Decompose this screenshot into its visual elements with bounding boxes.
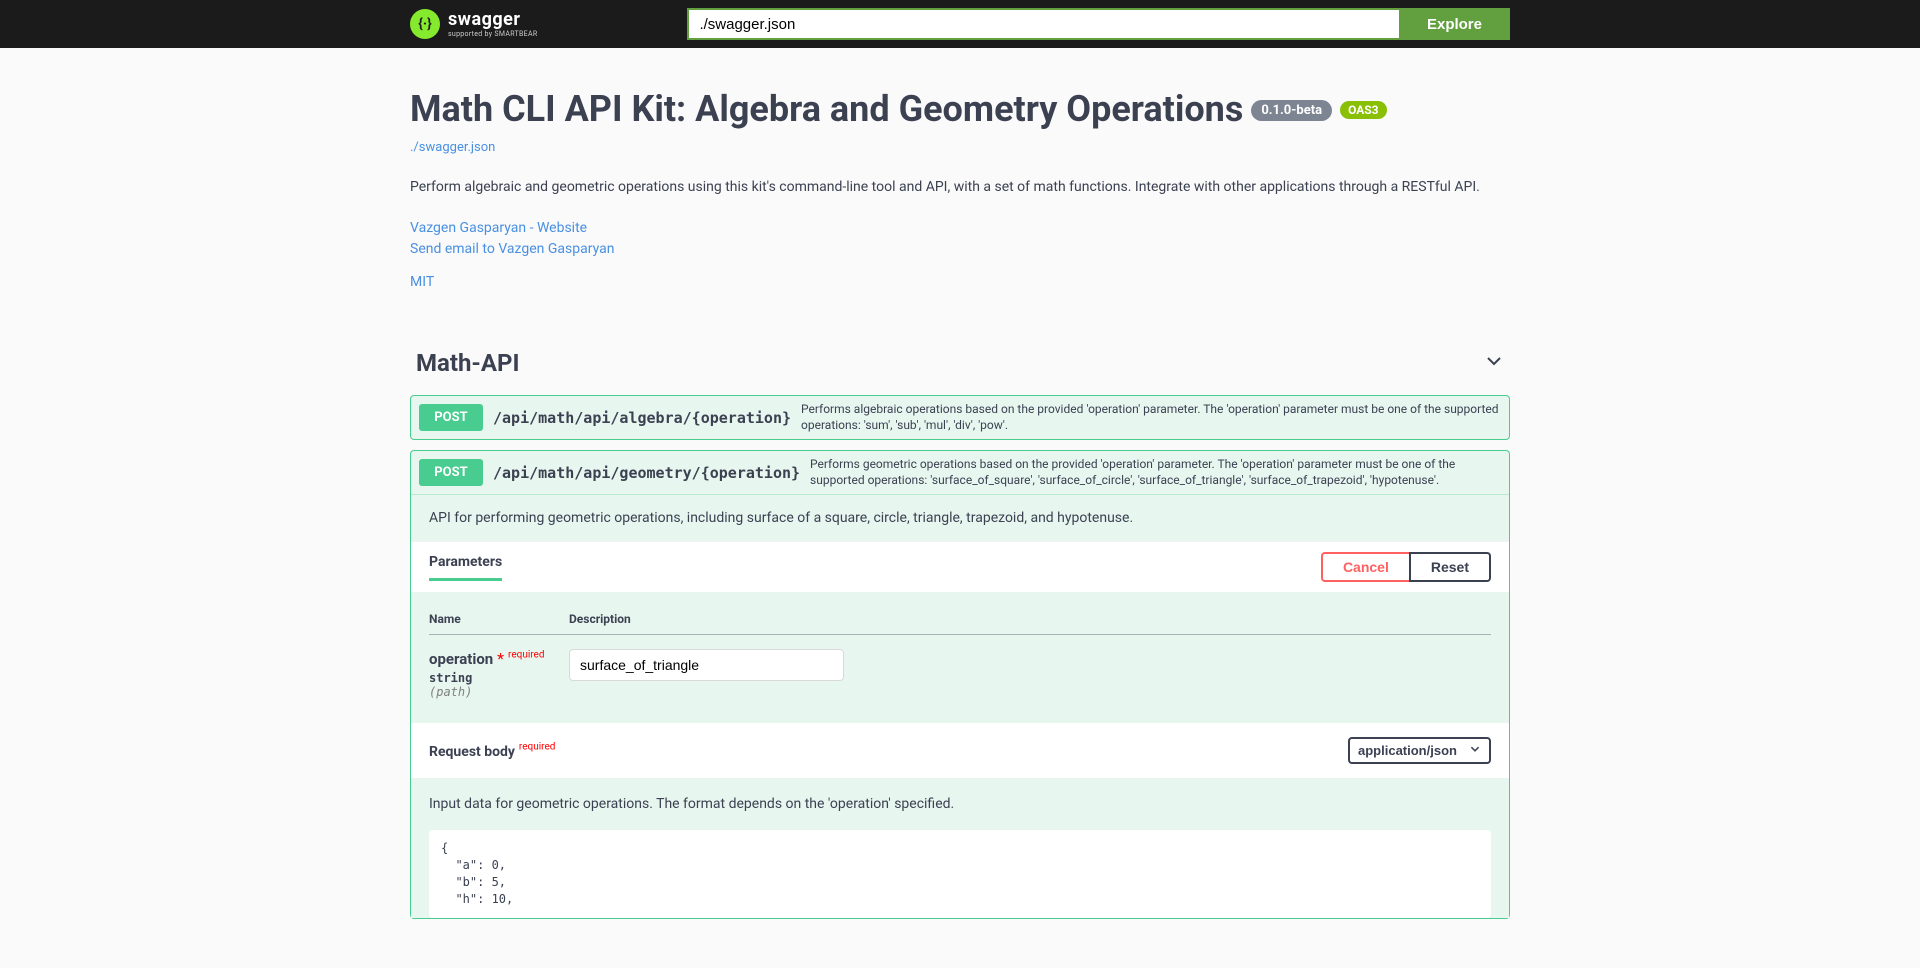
column-name: Name <box>429 604 569 635</box>
param-value-input[interactable] <box>569 649 844 681</box>
operation-description: API for performing geometric operations,… <box>411 494 1509 541</box>
operation-summary-text: Performs algebraic operations based on t… <box>801 402 1501 433</box>
required-star: * <box>497 649 504 668</box>
operation-summary-text: Performs geometric operations based on t… <box>810 457 1501 488</box>
method-badge-post: POST <box>419 404 483 431</box>
param-type: string <box>429 671 569 685</box>
operation-summary[interactable]: POST /api/math/api/geometry/{operation} … <box>411 451 1509 494</box>
explore-button[interactable]: Explore <box>1399 8 1510 40</box>
topbar: {·} swagger supported by SMARTBEAR Explo… <box>0 0 1920 48</box>
param-name: operation <box>429 650 493 668</box>
operation-path: /api/math/api/algebra/{operation} <box>493 409 791 427</box>
operation-geometry: POST /api/math/api/geometry/{operation} … <box>410 450 1510 918</box>
tag-header[interactable]: Math-API <box>410 341 1510 385</box>
column-description: Description <box>569 604 1491 635</box>
request-body-example[interactable]: { "a": 0, "b": 5, "h": 10, <box>429 830 1491 917</box>
api-description: Perform algebraic and geometric operatio… <box>410 177 1510 198</box>
api-title: Math CLI API Kit: Algebra and Geometry O… <box>410 88 1243 130</box>
request-body-heading: Request body <box>429 744 515 760</box>
parameter-row: operation * required string (path) <box>429 635 1491 700</box>
contact-website-link[interactable]: Vazgen Gasparyan - Website <box>410 218 1510 239</box>
required-label: required <box>508 650 544 661</box>
param-in: (path) <box>429 685 569 699</box>
logo-main-text: swagger <box>448 11 537 29</box>
tag-name: Math-API <box>416 349 520 377</box>
required-label: required <box>519 742 555 753</box>
version-badge: 0.1.0-beta <box>1251 100 1332 121</box>
swagger-icon: {·} <box>410 9 440 39</box>
content-type-select[interactable]: application/json <box>1348 737 1491 764</box>
operation-algebra: POST /api/math/api/algebra/{operation} P… <box>410 395 1510 440</box>
logo-sub-text: supported by SMARTBEAR <box>448 31 537 38</box>
content-type-dropdown[interactable]: application/json <box>1358 743 1487 758</box>
spec-url-input[interactable] <box>687 8 1399 40</box>
swagger-logo: {·} swagger supported by SMARTBEAR <box>410 9 537 39</box>
method-badge-post: POST <box>419 459 483 486</box>
parameters-heading: Parameters <box>429 554 502 581</box>
contact-email-link[interactable]: Send email to Vazgen Gasparyan <box>410 239 1510 260</box>
spec-url-link[interactable]: ./swagger.json <box>410 140 495 155</box>
operation-path: /api/math/api/geometry/{operation} <box>493 464 800 482</box>
request-body-description: Input data for geometric operations. The… <box>429 796 1491 812</box>
reset-button[interactable]: Reset <box>1409 552 1491 582</box>
operation-summary[interactable]: POST /api/math/api/algebra/{operation} P… <box>411 396 1509 439</box>
chevron-down-icon <box>1484 351 1504 376</box>
oas-badge: OAS3 <box>1340 101 1387 119</box>
license-link[interactable]: MIT <box>410 272 1510 293</box>
cancel-button[interactable]: Cancel <box>1321 552 1411 582</box>
